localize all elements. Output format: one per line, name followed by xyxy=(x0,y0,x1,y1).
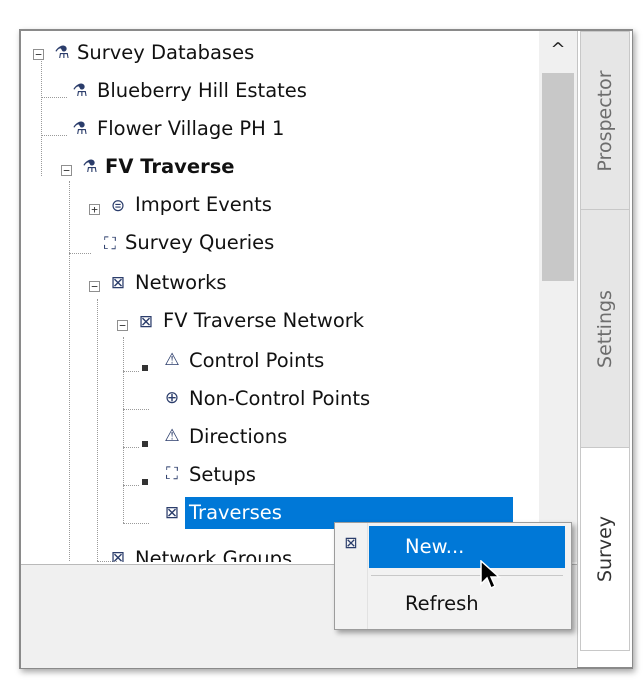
new-traverse-icon: ⊠ xyxy=(344,533,358,552)
tree-node-non-control-points[interactable]: Non-Control Points xyxy=(189,383,370,415)
tree-connector xyxy=(69,253,91,254)
menu-item-new[interactable]: New... xyxy=(369,526,565,568)
control-points-icon: ⚠ xyxy=(164,350,180,370)
context-menu-gutter: ⊠ xyxy=(335,523,368,629)
tree-connector xyxy=(123,371,139,372)
tree-connector xyxy=(41,97,67,98)
tree-connector xyxy=(123,485,139,486)
non-control-points-icon: ⊕ xyxy=(164,388,180,408)
tree-connector xyxy=(69,181,70,561)
tree-node-directions[interactable]: Directions xyxy=(189,421,287,453)
tab-prospector[interactable]: Prospector xyxy=(580,31,630,211)
expand-toggle[interactable] xyxy=(142,365,148,371)
scroll-up-arrow-icon[interactable]: ^ xyxy=(539,31,577,69)
toolspace-tabs: Prospector Settings Survey xyxy=(577,31,632,667)
survey-database-icon: ⚗ xyxy=(72,119,88,139)
tree-node-blueberry-hill-estates[interactable]: Blueberry Hill Estates xyxy=(97,75,307,107)
directions-icon: ⚠ xyxy=(164,426,180,446)
vertical-scrollbar[interactable]: ^ xyxy=(539,31,577,562)
context-menu: ⊠ New... Refresh xyxy=(334,522,572,630)
tree-node-survey-queries[interactable]: Survey Queries xyxy=(125,227,274,259)
collapse-toggle[interactable]: − xyxy=(117,320,128,331)
expand-toggle[interactable] xyxy=(142,479,148,485)
tree-node-network-groups[interactable]: Network Groups xyxy=(135,543,292,562)
setups-icon: ⛶ xyxy=(166,464,178,484)
tree-connector xyxy=(41,61,42,176)
tree-node-networks[interactable]: Networks xyxy=(135,267,227,299)
scroll-thumb[interactable] xyxy=(542,73,574,281)
tree-connector xyxy=(123,447,139,448)
tree-node-control-points[interactable]: Control Points xyxy=(189,345,324,377)
tree-node-fv-traverse-network[interactable]: FV Traverse Network xyxy=(163,305,364,337)
tree-view[interactable]: − ⚗ Survey Databases ⚗ Blueberry Hill Es… xyxy=(21,31,577,562)
menu-separator xyxy=(371,575,563,576)
tree-node-fv-traverse[interactable]: FV Traverse xyxy=(105,151,235,183)
survey-database-icon: ⚗ xyxy=(82,157,98,177)
collapse-toggle[interactable]: − xyxy=(33,49,44,60)
tree-connector xyxy=(123,523,149,524)
tree-node-setups[interactable]: Setups xyxy=(189,459,256,491)
collapse-toggle[interactable]: − xyxy=(89,281,100,292)
tree-node-import-events[interactable]: Import Events xyxy=(135,189,272,221)
survey-queries-icon: ⛶ xyxy=(104,234,116,254)
tree-connector xyxy=(123,337,124,523)
expand-toggle[interactable] xyxy=(142,441,148,447)
survey-database-icon: ⚗ xyxy=(54,43,70,63)
tab-settings[interactable]: Settings xyxy=(580,209,630,449)
tree-node-survey-databases[interactable]: Survey Databases xyxy=(77,37,254,69)
tree-connector xyxy=(123,409,149,410)
network-icon: ⊠ xyxy=(138,312,154,332)
tab-survey[interactable]: Survey xyxy=(580,447,630,651)
expand-toggle[interactable]: + xyxy=(89,204,100,215)
traverses-icon: ⊠ xyxy=(164,503,180,523)
tree-connector xyxy=(97,299,98,561)
tab-label: Survey xyxy=(594,515,616,583)
network-icon: ⊠ xyxy=(110,273,126,293)
collapse-toggle[interactable]: − xyxy=(61,165,72,176)
tab-label: Prospector xyxy=(594,70,616,172)
tree-connector xyxy=(41,135,67,136)
import-events-icon: ⊜ xyxy=(110,196,126,216)
tab-label: Settings xyxy=(594,290,616,368)
mouse-cursor-icon xyxy=(480,560,501,590)
menu-item-refresh[interactable]: Refresh xyxy=(369,583,565,625)
network-groups-icon: ⊠ xyxy=(110,548,126,562)
survey-database-icon: ⚗ xyxy=(72,81,88,101)
tree-node-flower-village[interactable]: Flower Village PH 1 xyxy=(97,113,284,145)
